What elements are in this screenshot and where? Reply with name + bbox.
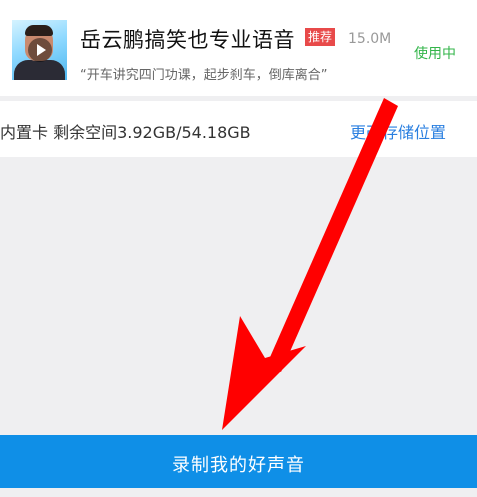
- recommend-badge: 推荐: [305, 28, 336, 46]
- arrow-head: [222, 316, 306, 430]
- in-use-status[interactable]: 使用中: [414, 43, 456, 63]
- voice-thumbnail[interactable]: [12, 20, 67, 80]
- change-storage-link[interactable]: 更改存储位置: [350, 119, 446, 143]
- thumbnail-body: [14, 60, 65, 80]
- voice-pack-item[interactable]: 岳云鹏搞笑也专业语音 推荐 15.0M 使用中 “开车讲究四门功课，起步刹车，倒…: [0, 0, 477, 96]
- voice-size: 15.0M: [348, 31, 392, 47]
- thumbnail-hair: [25, 25, 53, 36]
- voice-title: 岳云鹏搞笑也专业语音: [80, 28, 295, 52]
- storage-info: 内置卡 剩余空间3.92GB/54.18GB: [0, 123, 251, 142]
- record-voice-button[interactable]: 录制我的好声音: [0, 435, 477, 488]
- play-icon[interactable]: [28, 38, 52, 62]
- voice-description: “开车讲究四门功课，起步刹车，倒库离合”: [80, 68, 328, 83]
- storage-bar: 内置卡 剩余空间3.92GB/54.18GB 更改存储位置: [0, 101, 477, 157]
